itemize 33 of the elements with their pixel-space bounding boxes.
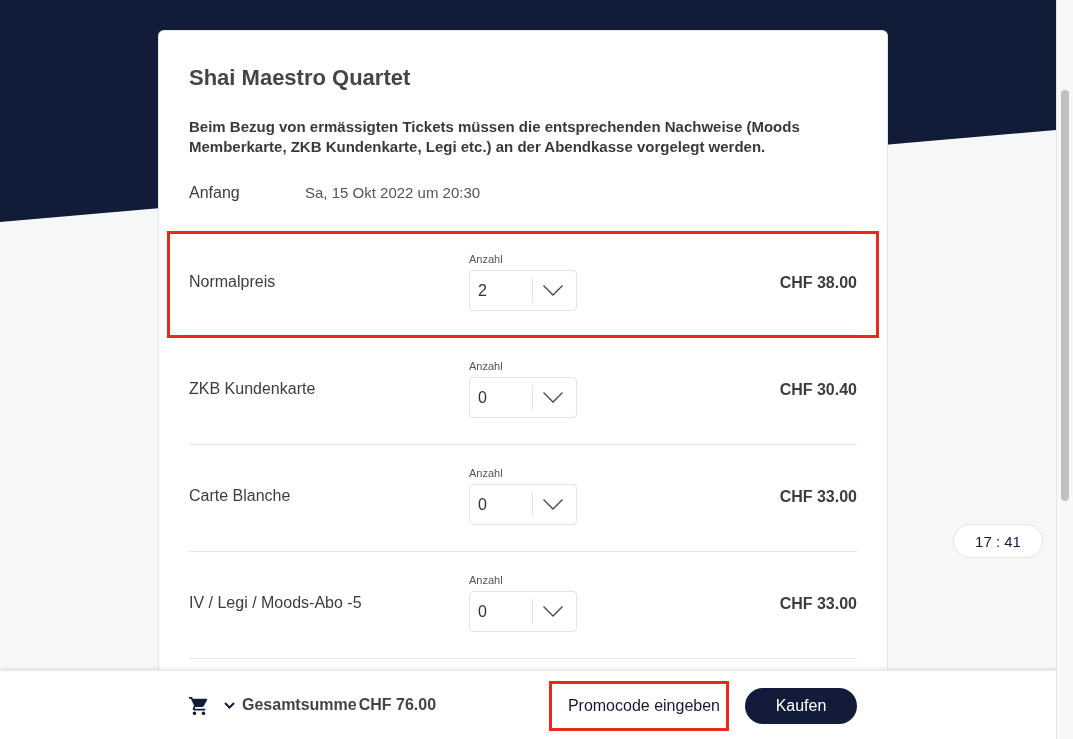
ticket-price: CHF 30.40 [779,381,857,399]
chevron-down-icon [543,392,563,403]
start-value: Sa, 15 Okt 2022 um 20:30 [305,183,481,203]
ticket-name: ZKB Kundenkarte [189,380,317,398]
buy-button[interactable]: Kaufen [745,687,857,724]
ticket-price: CHF 38.00 [779,274,857,292]
quantity-select[interactable]: 2 [469,270,577,311]
total-label: Gesamtsumme [242,696,357,714]
ticket-name: Carte Blanche [189,487,292,505]
event-title: Shai Maestro Quartet [189,64,412,92]
quantity-label: Anzahl [469,360,503,373]
quantity-select[interactable]: 0 [469,484,577,525]
ticket-price: CHF 33.00 [779,595,857,613]
quantity-label: Anzahl [469,467,503,480]
quantity-label: Anzahl [469,574,503,587]
chevron-down-icon[interactable] [224,702,235,709]
quantity-select[interactable]: 0 [469,377,577,418]
ticket-name: Normalpreis [189,273,277,291]
ticket-name: IV / Legi / Moods-Abo -5 [189,594,363,612]
cart-icon [189,696,209,715]
quantity-select[interactable]: 0 [469,591,577,632]
promo-code-button[interactable]: Promocode eingeben [548,680,729,731]
start-label: Anfang [189,183,241,203]
scrollbar-thumb[interactable] [1061,90,1069,501]
scrollbar-track[interactable] [1056,0,1073,739]
countdown-timer: 17 : 41 [953,524,1043,558]
chevron-down-icon [543,606,563,617]
chevron-down-icon [543,499,563,510]
notice-text: Beim Bezug von ermässigten Tickets müssen die entsprechenden Nachweise (Moods Memberkarte, ZKB Kundenkarte, Legi etc.) an der Abendkasse vorgelegt werden. [189,117,801,157]
chevron-down-icon [543,285,563,296]
total-amount: CHF 76.00 [358,696,437,714]
ticket-price: CHF 33.00 [779,488,857,506]
quantity-label: Anzahl [469,253,503,266]
